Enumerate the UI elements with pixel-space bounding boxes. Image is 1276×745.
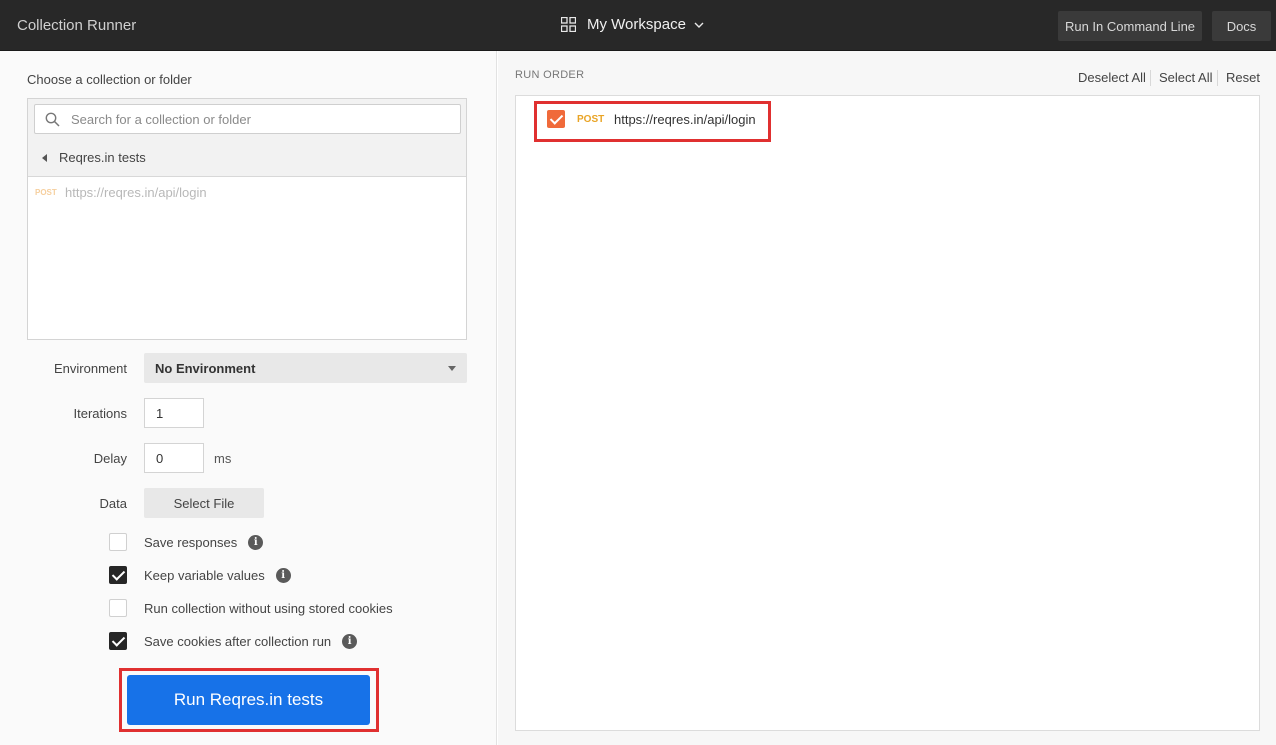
select-all-link[interactable]: Select All [1159, 70, 1212, 85]
run-order-item[interactable]: POST https://reqres.in/api/login [547, 110, 756, 128]
option-label: Keep variable values [144, 567, 265, 583]
breadcrumb-label: Reqres.in tests [59, 150, 146, 165]
no-stored-cookies-checkbox[interactable] [109, 599, 127, 617]
divider [1217, 70, 1218, 86]
run-collection-button[interactable]: Run Reqres.in tests [127, 675, 370, 725]
request-item[interactable]: POST https://reqres.in/api/login [35, 185, 207, 200]
top-bar: Collection Runner My Workspace Run In Co… [0, 0, 1276, 51]
request-method: POST [35, 188, 57, 197]
info-icon[interactable]: i [342, 633, 358, 649]
deselect-all-link[interactable]: Deselect All [1078, 70, 1146, 85]
workspace-name: My Workspace [587, 16, 686, 33]
run-order-heading: RUN ORDER [515, 69, 585, 81]
select-file-button[interactable]: Select File [144, 488, 264, 518]
run-order-panel: RUN ORDER Deselect All Select All Reset … [498, 51, 1276, 745]
request-method: POST [577, 113, 605, 125]
search-input[interactable] [71, 109, 451, 129]
environment-value: No Environment [155, 360, 256, 376]
run-in-command-line-button[interactable]: Run In Command Line [1058, 11, 1202, 41]
back-arrow-icon [42, 153, 47, 162]
chevron-down-icon [694, 22, 704, 28]
reset-link[interactable]: Reset [1226, 70, 1260, 85]
option-label: Save cookies after collection run [144, 633, 332, 649]
delay-input[interactable]: 0 [144, 443, 204, 473]
keep-variable-values-checkbox[interactable] [109, 566, 127, 584]
request-url: https://reqres.in/api/login [614, 111, 756, 127]
docs-button[interactable]: Docs [1212, 11, 1271, 41]
data-label: Data [99, 496, 127, 511]
save-cookies-checkbox[interactable] [109, 632, 127, 650]
divider [1150, 70, 1151, 86]
iterations-input[interactable]: 1 [144, 398, 204, 428]
environment-select[interactable]: No Environment [144, 353, 467, 383]
caret-down-icon [448, 366, 456, 371]
breadcrumb-back[interactable]: Reqres.in tests [42, 150, 146, 165]
option-keep-variable-values: Keep variable values i [109, 566, 291, 584]
save-responses-checkbox[interactable] [109, 533, 127, 551]
runner-settings-panel: Choose a collection or folder Reqres.in … [0, 51, 497, 745]
delay-unit: ms [214, 451, 232, 466]
run-order-list: POST https://reqres.in/api/login [515, 95, 1260, 731]
request-url: https://reqres.in/api/login [65, 185, 207, 200]
option-label: Run collection without using stored cook… [144, 600, 393, 616]
info-icon[interactable]: i [275, 567, 291, 583]
grid-icon [561, 17, 576, 32]
info-icon[interactable]: i [248, 534, 264, 550]
option-save-cookies: Save cookies after collection run i [109, 632, 358, 650]
option-no-stored-cookies: Run collection without using stored cook… [109, 599, 393, 617]
choose-collection-label: Choose a collection or folder [27, 72, 192, 87]
option-label: Save responses [144, 534, 238, 550]
iterations-label: Iterations [73, 406, 127, 421]
picker-header: Reqres.in tests [28, 99, 466, 177]
workspace-switcher[interactable]: My Workspace [561, 16, 704, 33]
collection-picker: Reqres.in tests POST https://reqres.in/a… [27, 98, 467, 340]
search-icon [45, 112, 60, 127]
run-order-item-checkbox[interactable] [547, 110, 565, 128]
delay-label: Delay [93, 451, 127, 466]
option-save-responses: Save responses i [109, 533, 264, 551]
collection-search[interactable] [34, 104, 461, 134]
environment-label: Environment [54, 361, 127, 376]
app-title: Collection Runner [17, 17, 137, 34]
